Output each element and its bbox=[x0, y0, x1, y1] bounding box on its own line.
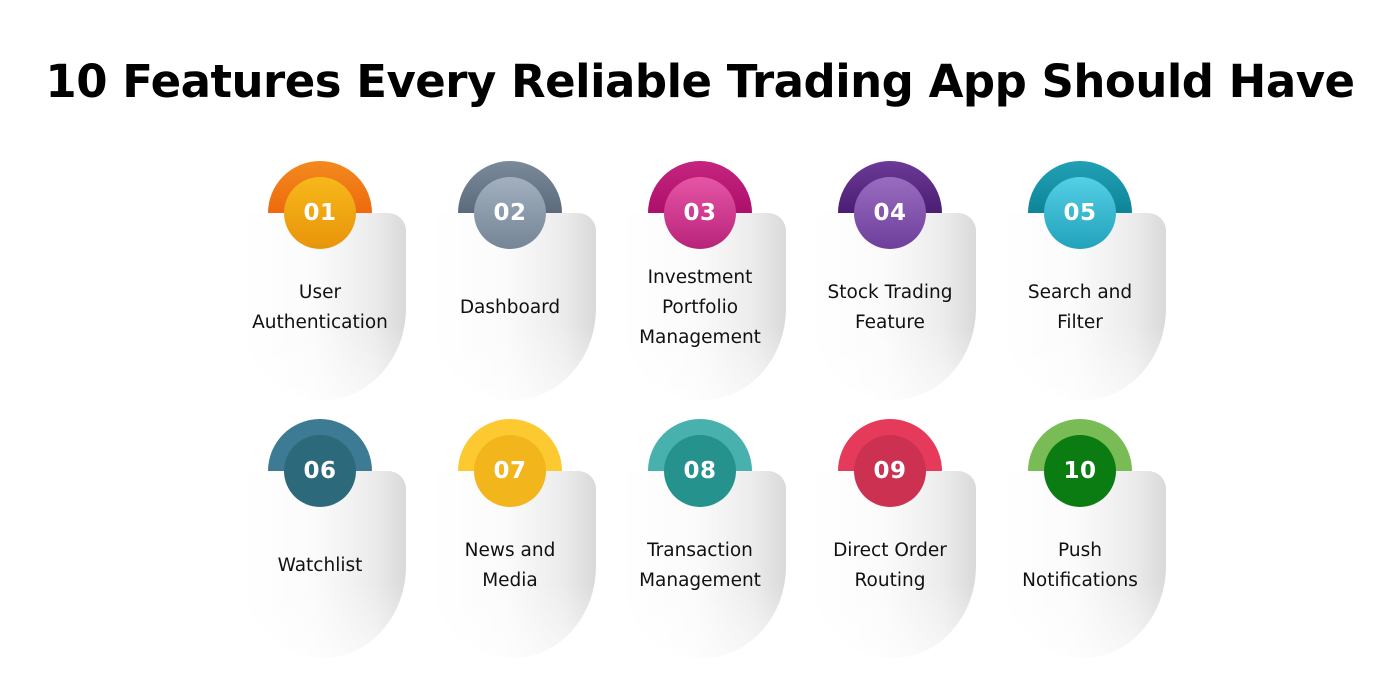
feature-number-badge: 04 bbox=[854, 177, 926, 249]
feature-item-08: 08 Transaction Management bbox=[620, 419, 810, 679]
feature-number-badge: 02 bbox=[474, 177, 546, 249]
feature-label-line: Portfolio bbox=[661, 297, 739, 318]
feature-label-line: Authentication bbox=[252, 312, 388, 333]
feature-item-09: 09 Direct Order Routing bbox=[810, 419, 1000, 679]
feature-label: Stock Trading Feature bbox=[800, 278, 980, 338]
feature-item-10: 10 Push Notifications bbox=[1000, 419, 1190, 679]
feature-item-02: 02 Dashboard bbox=[430, 161, 620, 421]
feature-label: Investment Portfolio Management bbox=[610, 263, 790, 353]
feature-number-badge: 06 bbox=[284, 435, 356, 507]
feature-label: Push Notifications bbox=[990, 536, 1170, 596]
feature-label-line: User bbox=[298, 282, 342, 303]
feature-label-line: Feature bbox=[855, 312, 925, 333]
feature-number-badge: 01 bbox=[284, 177, 356, 249]
feature-label: Watchlist bbox=[230, 551, 410, 581]
feature-number-badge: 07 bbox=[474, 435, 546, 507]
feature-item-07: 07 News and Media bbox=[430, 419, 620, 679]
feature-label: Dashboard bbox=[420, 293, 600, 323]
feature-label: User Authentication bbox=[230, 278, 410, 338]
feature-label-line: Filter bbox=[1057, 312, 1103, 333]
feature-label-line: Investment bbox=[647, 267, 753, 288]
feature-label-line: Routing bbox=[854, 570, 926, 591]
feature-item-03: 03 Investment Portfolio Management bbox=[620, 161, 810, 421]
feature-label-line: Transaction bbox=[647, 540, 753, 561]
feature-number-badge: 08 bbox=[664, 435, 736, 507]
feature-number-badge: 05 bbox=[1044, 177, 1116, 249]
feature-item-04: 04 Stock Trading Feature bbox=[810, 161, 1000, 421]
feature-label: Search and Filter bbox=[990, 278, 1170, 338]
feature-label-line: Dashboard bbox=[459, 297, 561, 318]
feature-label-line: Watchlist bbox=[277, 555, 363, 576]
feature-number-badge: 10 bbox=[1044, 435, 1116, 507]
feature-number-badge: 09 bbox=[854, 435, 926, 507]
feature-number-badge: 03 bbox=[664, 177, 736, 249]
feature-label-line: Management bbox=[639, 327, 761, 348]
feature-label-line: Push bbox=[1058, 540, 1102, 561]
feature-item-06: 06 Watchlist bbox=[240, 419, 430, 679]
feature-item-05: 05 Search and Filter bbox=[1000, 161, 1190, 421]
feature-label-line: Direct Order bbox=[833, 540, 947, 561]
feature-label-line: Notifications bbox=[1022, 570, 1138, 591]
feature-label-line: Stock Trading bbox=[827, 282, 953, 303]
feature-label-line: Management bbox=[639, 570, 761, 591]
feature-label-line: Media bbox=[482, 570, 538, 591]
feature-label-line: News and bbox=[464, 540, 556, 561]
feature-label: Direct Order Routing bbox=[800, 536, 980, 596]
feature-label: Transaction Management bbox=[610, 536, 790, 596]
feature-label: News and Media bbox=[420, 536, 600, 596]
feature-item-01: 01 User Authentication bbox=[240, 161, 430, 421]
page-title: 10 Features Every Reliable Trading App S… bbox=[45, 55, 1355, 108]
feature-label-line: Search and bbox=[1027, 282, 1133, 303]
